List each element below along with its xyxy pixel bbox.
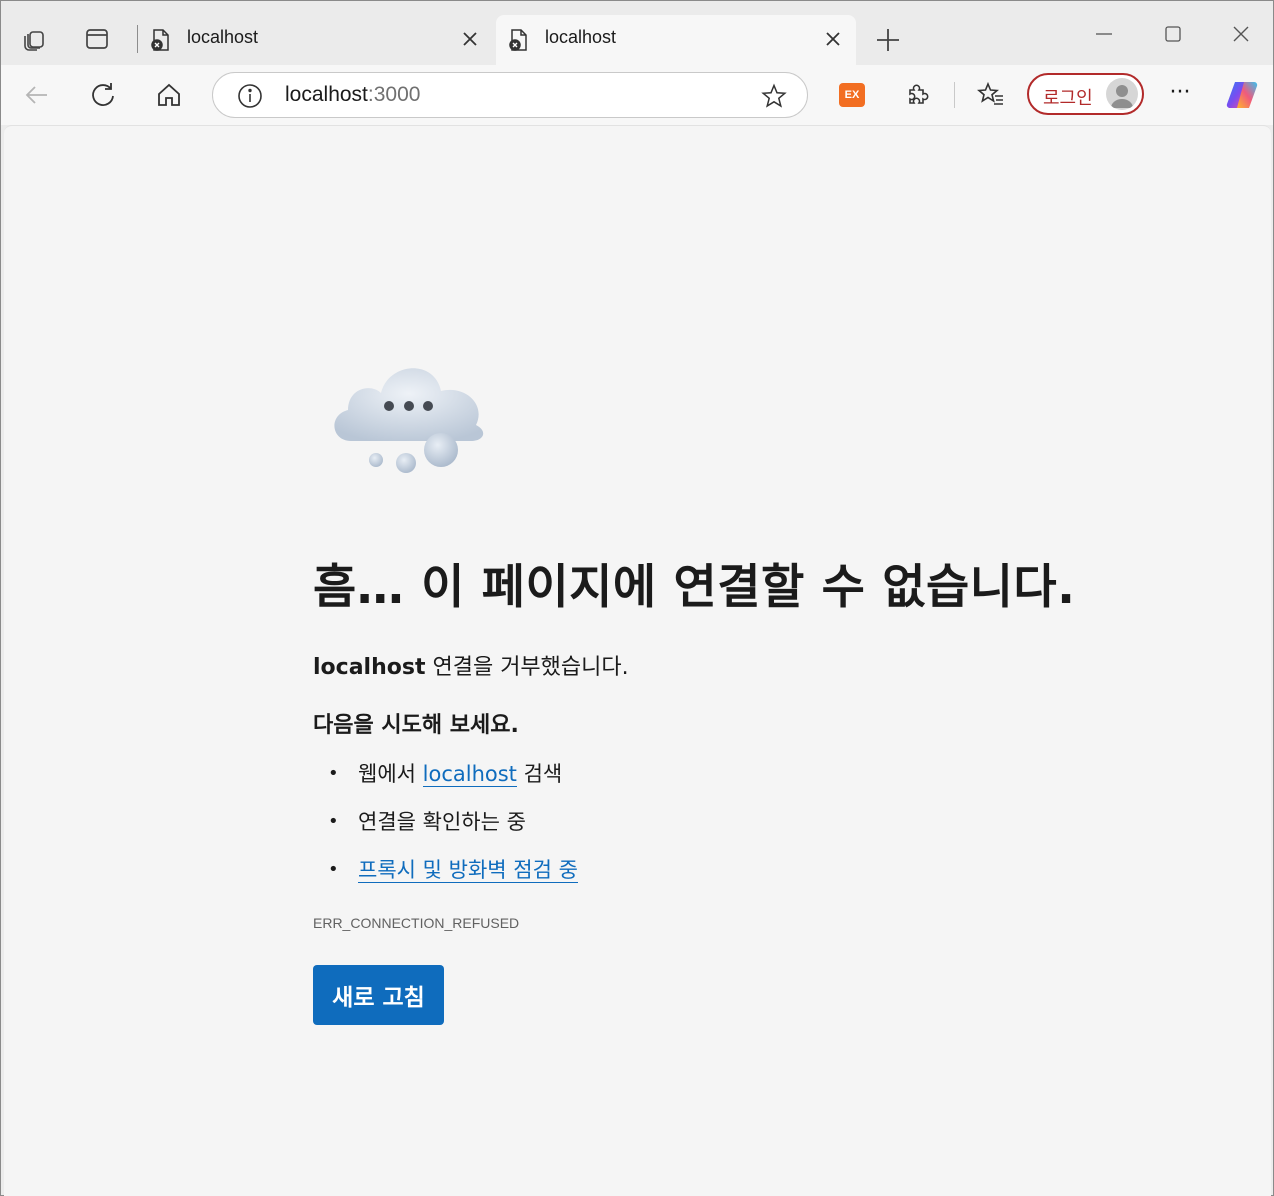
error-page-icon <box>509 29 527 51</box>
error-reason-text: 연결을 거부했습니다. <box>425 655 629 680</box>
avatar <box>1106 78 1138 110</box>
vertical-tabs-button[interactable] <box>81 23 113 55</box>
refresh-page-button[interactable]: 새로 고침 <box>313 965 444 1025</box>
page-content <box>4 125 1271 1196</box>
tab-inactive[interactable]: localhost <box>138 15 493 65</box>
more-options-button[interactable]: ··· <box>1164 80 1196 110</box>
back-button[interactable] <box>19 77 55 113</box>
suggestion-suffix: 검색 <box>516 762 563 786</box>
url-host: localhost <box>285 83 368 106</box>
tab-active[interactable]: localhost <box>496 15 856 65</box>
refresh-button[interactable] <box>85 77 121 113</box>
copilot-icon[interactable] <box>1225 78 1259 112</box>
home-button[interactable] <box>151 77 187 113</box>
url-port: :3000 <box>367 83 421 106</box>
favorite-star-icon[interactable] <box>761 83 787 109</box>
maximize-button[interactable] <box>1153 19 1193 51</box>
minimize-button[interactable] <box>1084 19 1124 51</box>
list-item: • 연결을 확인하는 중 <box>313 807 578 855</box>
new-tab-button[interactable] <box>871 23 905 57</box>
info-icon[interactable] <box>237 83 263 109</box>
close-icon[interactable] <box>822 28 844 50</box>
bullet: • <box>328 763 339 784</box>
check-connection-text: 연결을 확인하는 중 <box>358 810 526 834</box>
address-bar[interactable]: localhost:3000 <box>212 72 808 118</box>
toolbar: localhost:3000 EX 로그인 ··· <box>1 65 1273 125</box>
bullet: • <box>328 811 339 832</box>
suggestion-list: • 웹에서 localhost 검색 • 연결을 확인하는 중 • 프록시 및 … <box>313 759 578 903</box>
error-page-icon <box>151 29 169 51</box>
workspaces-button[interactable] <box>18 23 50 55</box>
toolbar-divider <box>954 82 955 108</box>
close-icon[interactable] <box>459 28 481 50</box>
search-web-link[interactable]: localhost <box>422 762 517 787</box>
proxy-firewall-link[interactable]: 프록시 및 방화벽 점검 중 <box>358 858 578 883</box>
ex-extension-icon[interactable]: EX <box>839 83 865 107</box>
favorites-list-icon <box>977 81 1003 105</box>
tab-strip: localhost localhost <box>1 1 1273 65</box>
tab-actions-icon <box>86 29 108 49</box>
error-reason: localhost 연결을 거부했습니다. <box>313 649 629 681</box>
url-text[interactable]: localhost:3000 <box>285 83 420 107</box>
browser-window: localhost localhost localhost:3000 EX 로그… <box>0 0 1274 1196</box>
avatar-person-icon <box>1111 85 1133 108</box>
home-icon <box>158 83 180 106</box>
favorites-button[interactable] <box>973 77 1009 113</box>
refresh-icon <box>92 83 114 106</box>
close-window-button[interactable] <box>1221 19 1261 51</box>
tab-title: localhost <box>545 27 617 47</box>
workspaces-icon <box>24 31 44 51</box>
suggestion-prefix: 웹에서 <box>358 762 423 786</box>
list-item: • 웹에서 localhost 검색 <box>313 759 578 807</box>
list-item: • 프록시 및 방화벽 점검 중 <box>313 855 578 903</box>
tab-title: localhost <box>187 27 259 47</box>
back-arrow-icon <box>25 86 47 104</box>
puzzle-icon <box>909 84 929 104</box>
cloud-error-icon <box>334 368 484 473</box>
bullet: • <box>328 859 339 880</box>
error-headline: 흠… 이 페이지에 연결할 수 없습니다. <box>313 560 1076 615</box>
extensions-button[interactable] <box>900 77 936 113</box>
try-title: 다음을 시도해 보세요. <box>313 713 519 738</box>
profile-login-button[interactable]: 로그인 <box>1027 73 1144 115</box>
error-host: localhost <box>313 655 426 680</box>
login-label: 로그인 <box>1043 88 1093 109</box>
error-code: ERR_CONNECTION_REFUSED <box>313 915 520 931</box>
